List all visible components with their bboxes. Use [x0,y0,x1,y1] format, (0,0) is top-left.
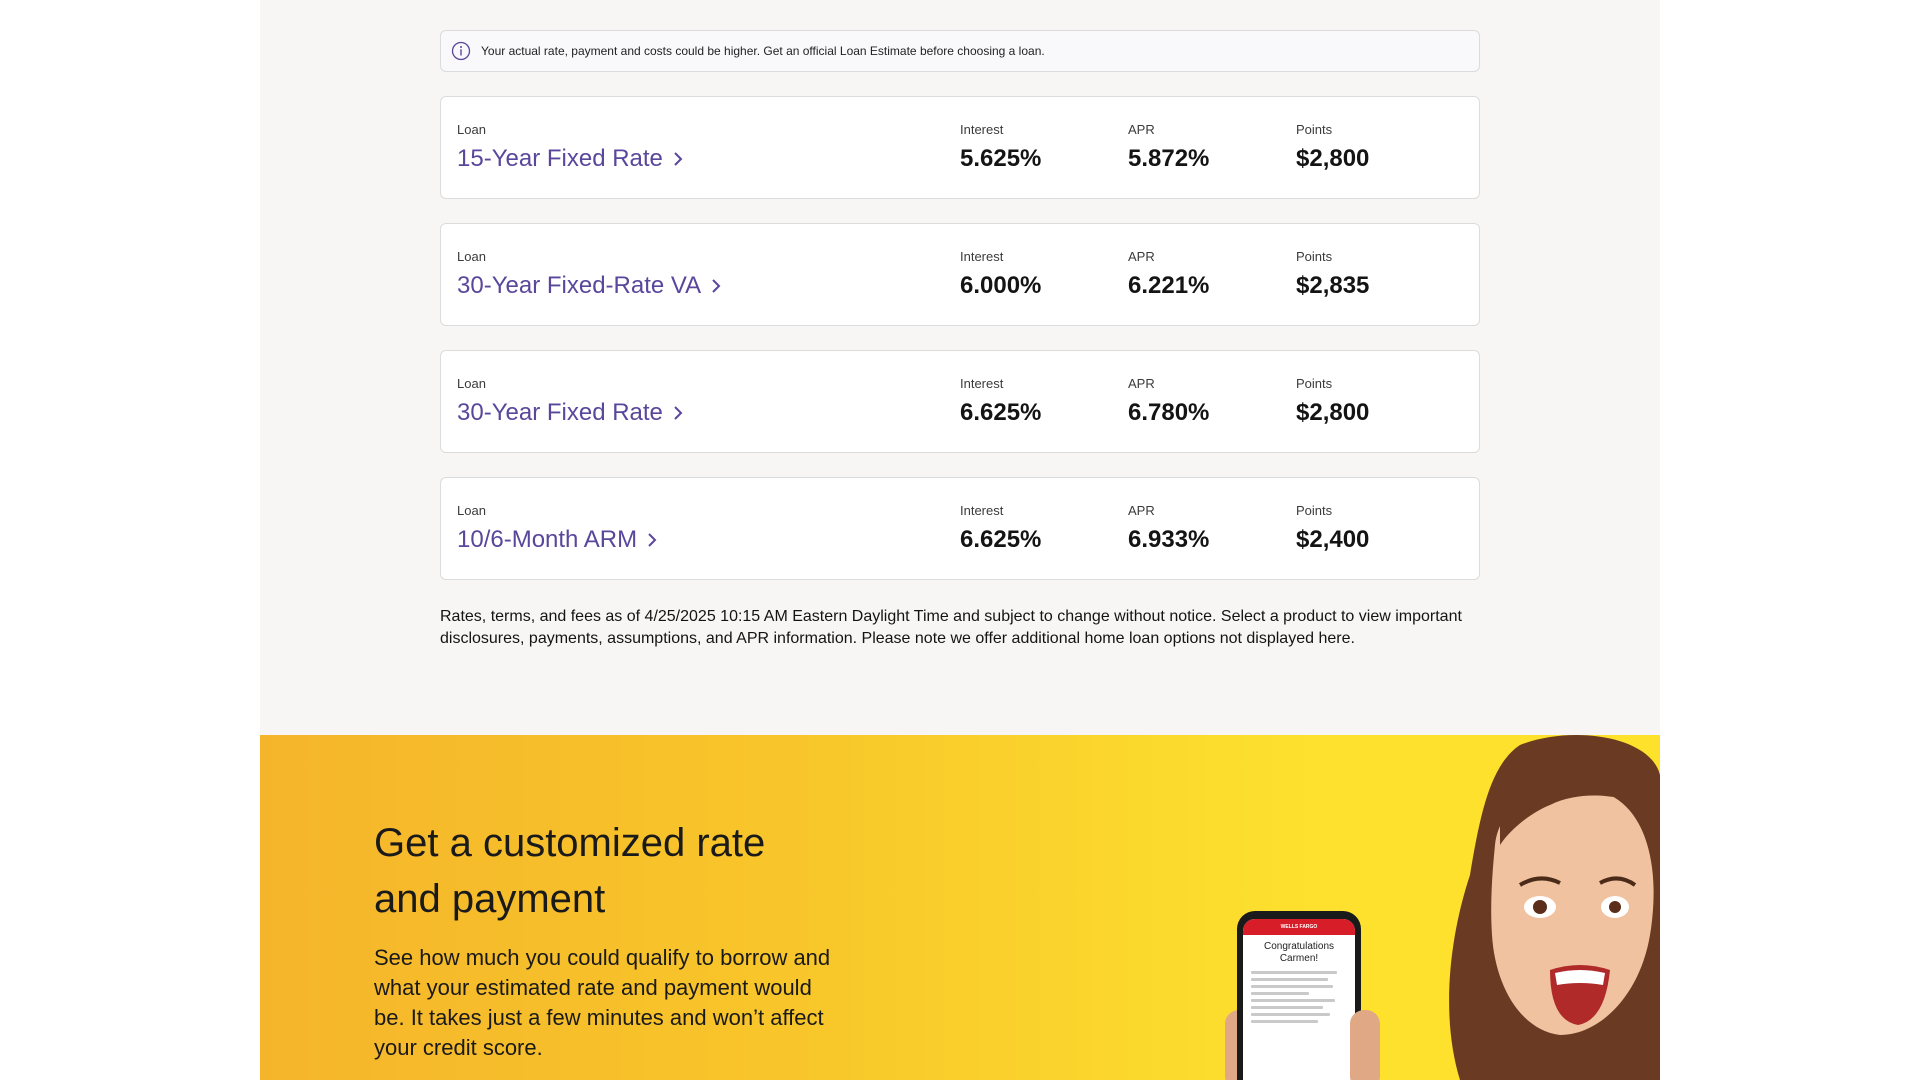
points-value: $2,800 [1296,399,1370,426]
phone-screen: WELLS FARGO Congratulations Carmen! [1243,919,1355,1080]
loan-link-30-year-fixed-va[interactable]: 30-Year Fixed-Rate VA [457,271,721,301]
points-value: $2,835 [1296,272,1370,299]
loan-label: Loan [457,249,486,264]
apr-label: APR [1128,376,1155,391]
interest-value: 6.625% [960,526,1042,553]
points-label: Points [1296,376,1333,391]
loan-name: 30-Year Fixed-Rate VA [457,272,702,299]
phone-heading-line2: Carmen! [1279,953,1319,964]
loan-label: Loan [457,503,486,518]
loan-link-30-year-fixed[interactable]: 30-Year Fixed Rate [457,398,683,428]
apr-label: APR [1128,503,1155,518]
info-icon [451,41,471,61]
apr-value: 6.933% [1128,526,1210,553]
phone-brand-bar: WELLS FARGO [1243,919,1355,935]
points-value: $2,800 [1296,145,1370,172]
apr-label: APR [1128,249,1155,264]
rate-card: Loan 10/6-Month ARM Interest 6.625% APR … [440,477,1480,580]
interest-value: 6.625% [960,399,1042,426]
points-label: Points [1296,503,1333,518]
apr-value: 6.221% [1128,272,1210,299]
apr-value: 5.872% [1128,145,1210,172]
phone-heading-line1: Congratulations [1263,941,1335,952]
points-value: $2,400 [1296,526,1370,553]
loan-name: 15-Year Fixed Rate [457,145,663,172]
chevron-right-icon [673,151,683,167]
interest-label: Interest [960,503,1004,518]
interest-label: Interest [960,122,1004,137]
notice-text: Your actual rate, payment and costs coul… [481,44,1045,58]
apr-value: 6.780% [1128,399,1210,426]
smiling-woman-image [1449,735,1660,1080]
loan-name: 30-Year Fixed Rate [457,399,663,426]
loan-label: Loan [457,122,486,137]
chevron-right-icon [673,405,683,421]
phone-text-lines [1243,965,1355,1033]
promo-title: Get a customized rate and payment [374,821,766,921]
points-label: Points [1296,122,1333,137]
promo-text: Get a customized rate and payment See ho… [374,815,834,1063]
interest-label: Interest [960,249,1004,264]
rate-card: Loan 15-Year Fixed Rate Interest 5.625% … [440,96,1480,199]
chevron-right-icon [647,532,657,548]
interest-value: 5.625% [960,145,1042,172]
loan-link-10-6-month-arm[interactable]: 10/6-Month ARM [457,525,657,555]
chevron-right-icon [711,278,721,294]
page: Your actual rate, payment and costs coul… [260,0,1660,1080]
phone-image: WELLS FARGO Congratulations Carmen! [1237,911,1361,1080]
rate-card: Loan 30-Year Fixed Rate Interest 6.625% … [440,350,1480,453]
promo-banner: Get a customized rate and payment See ho… [260,735,1660,1080]
rate-notice: Your actual rate, payment and costs coul… [440,30,1480,72]
points-label: Points [1296,249,1333,264]
rates-disclaimer: Rates, terms, and fees as of 4/25/2025 1… [440,608,1462,647]
loan-label: Loan [457,376,486,391]
rate-card: Loan 30-Year Fixed-Rate VA Interest 6.00… [440,223,1480,326]
interest-label: Interest [960,376,1004,391]
rates-section: Your actual rate, payment and costs coul… [440,30,1480,650]
promo-body: See how much you could qualify to borrow… [374,945,831,1060]
apr-label: APR [1128,122,1155,137]
loan-name: 10/6-Month ARM [457,526,638,553]
loan-link-15-year-fixed[interactable]: 15-Year Fixed Rate [457,144,683,174]
interest-value: 6.000% [960,272,1042,299]
hand-right [1350,1010,1380,1080]
